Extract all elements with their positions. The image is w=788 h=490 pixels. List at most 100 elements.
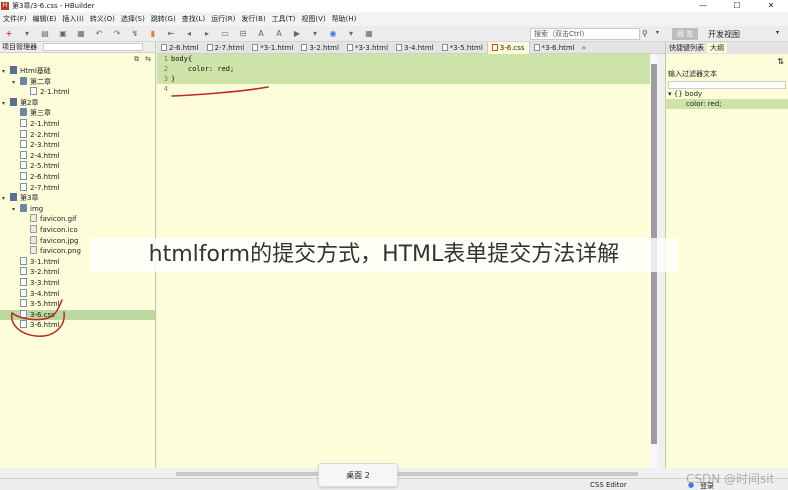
tree-item[interactable]: 2-3.html <box>0 140 155 150</box>
outline-tabs: 快捷键列表 大纲 <box>666 42 788 54</box>
outline-filter-input[interactable] <box>668 81 786 89</box>
tab-file[interactable]: *3-1.html <box>248 42 297 54</box>
dropdown-icon[interactable]: ▾ <box>22 29 32 39</box>
menu-tools[interactable]: 工具(T) <box>269 14 299 24</box>
tab-shortcuts[interactable]: 快捷键列表 <box>666 43 707 53</box>
code-line[interactable]: 3} <box>157 74 650 84</box>
more-tabs-icon[interactable]: » <box>579 44 589 52</box>
search-icon[interactable]: ⚲ <box>642 29 648 38</box>
close-button[interactable]: ✕ <box>754 0 788 12</box>
collapse-icon[interactable]: ⊟ <box>238 29 248 39</box>
browser-icon[interactable]: ◉ <box>328 29 338 39</box>
font-size-icon[interactable]: A <box>274 29 284 39</box>
tab-file[interactable]: 3-6.css <box>486 41 530 54</box>
tree-item[interactable]: 2-4.html <box>0 150 155 161</box>
chevron-down-icon[interactable]: ▾ <box>776 29 779 36</box>
tab-file[interactable]: 3-4.html <box>392 42 438 54</box>
tree-item[interactable]: ▾ Html基础 <box>0 66 155 76</box>
link-editor-icon[interactable]: ⇆ <box>145 55 151 63</box>
back-icon[interactable]: ◂ <box>184 29 194 39</box>
menu-find[interactable]: 查找(L) <box>179 14 208 24</box>
tab-label: *3-3.html <box>354 43 389 52</box>
format-icon[interactable]: ↯ <box>130 29 140 39</box>
scrollbar-thumb[interactable] <box>176 472 638 476</box>
tab-file[interactable]: 2-6.html <box>157 42 203 54</box>
minimize-button[interactable]: — <box>686 0 720 12</box>
tree-item[interactable]: 2-1.html <box>0 119 155 129</box>
redo-icon[interactable]: ↷ <box>112 29 122 39</box>
chevron-down-icon[interactable]: ▾ <box>12 78 20 88</box>
tree-item[interactable]: 2-2.html <box>0 129 155 140</box>
tree-item[interactable]: favicon.gif <box>0 214 155 224</box>
desktop-switcher[interactable]: 桌面 2 <box>318 463 398 487</box>
code-line[interactable]: 1 body{ <box>157 54 650 64</box>
prev-icon[interactable]: ⇤ <box>166 29 176 39</box>
tree-item[interactable]: ▾ 第3章 <box>0 193 155 203</box>
chevron-down-icon[interactable]: ▾ <box>12 205 20 215</box>
dropdown-icon[interactable]: ▾ <box>310 29 320 39</box>
tree-item[interactable]: 第三章 <box>0 108 155 118</box>
chevron-down-icon[interactable]: ▾ <box>2 194 10 204</box>
tree-item[interactable]: 2-1.html <box>0 87 155 97</box>
sort-icon[interactable]: ⇅ <box>777 57 784 66</box>
filter-input[interactable] <box>43 43 143 51</box>
tab-file[interactable]: *3-6.html <box>530 42 579 54</box>
save-icon[interactable]: ▣ <box>58 29 68 39</box>
undo-icon[interactable]: ↶ <box>94 29 104 39</box>
search-input[interactable]: 搜索（双击Ctrl) <box>530 28 640 40</box>
preview-button[interactable]: 阅 览 <box>672 28 698 40</box>
tree-item[interactable]: 2-6.html <box>0 172 155 182</box>
tree-item[interactable]: ▾ img <box>0 203 155 215</box>
dropdown-icon[interactable]: ▾ <box>346 29 356 39</box>
terminal-icon[interactable]: ▦ <box>364 29 374 39</box>
menu-publish[interactable]: 发行(B) <box>238 14 268 24</box>
bookmark-icon[interactable]: ▮ <box>148 29 158 39</box>
menu-help[interactable]: 帮助(H) <box>329 14 360 24</box>
menu-select[interactable]: 选择(S) <box>118 14 148 24</box>
outline-item-body[interactable]: ▾ {} body <box>666 89 788 99</box>
chevron-down-icon[interactable]: ▾ <box>656 29 659 36</box>
tab-file[interactable]: *3-5.html <box>438 42 487 54</box>
collapse-all-icon[interactable]: ⧉ <box>134 55 139 64</box>
menu-insert[interactable]: 插入(I) <box>59 14 87 24</box>
run-icon[interactable]: ▶ <box>292 29 302 39</box>
file-icon <box>252 43 259 51</box>
tree-item[interactable]: 3-5.html <box>0 299 155 309</box>
open-icon[interactable]: ▤ <box>40 29 50 39</box>
menu-file[interactable]: 文件(F) <box>0 14 30 24</box>
tab-file[interactable]: 2-7.html <box>203 42 249 54</box>
forward-icon[interactable]: ▸ <box>202 29 212 39</box>
file-icon <box>20 288 27 297</box>
tree-item[interactable]: 2-5.html <box>0 161 155 171</box>
chevron-down-icon[interactable]: ▾ <box>2 67 10 77</box>
view-mode-select[interactable]: 开发视图 <box>708 29 740 40</box>
tab-outline[interactable]: 大纲 <box>707 43 727 53</box>
tree-item[interactable]: favicon.ico <box>0 225 155 235</box>
tree-item[interactable]: ▾ 第二章 <box>0 76 155 88</box>
tree-item[interactable]: 3-6.css <box>0 309 155 320</box>
outline-item-color[interactable]: color: red; <box>666 99 788 109</box>
horizontal-scrollbar[interactable] <box>170 470 648 478</box>
code-line[interactable]: 2 color: red; <box>157 64 650 74</box>
menu-run[interactable]: 运行(R) <box>208 14 238 24</box>
chevron-down-icon[interactable]: ▾ <box>2 99 10 109</box>
layout-icon[interactable]: ▭ <box>220 29 230 39</box>
tree-item[interactable]: 3-6.html <box>0 320 155 330</box>
tab-file[interactable]: *3-3.html <box>343 42 392 54</box>
menu-escape[interactable]: 转义(O) <box>87 14 118 24</box>
tree-item[interactable]: 2-7.html <box>0 182 155 193</box>
code-line[interactable]: 4 <box>157 84 650 94</box>
tab-file[interactable]: 3-2.html <box>297 42 343 54</box>
maximize-button[interactable]: ☐ <box>720 0 754 12</box>
tree-item[interactable]: ▾ 第2章 <box>0 97 155 109</box>
menu-view[interactable]: 视图(V) <box>298 14 328 24</box>
tree-item[interactable]: 3-4.html <box>0 288 155 299</box>
save-all-icon[interactable]: ▦ <box>76 29 86 39</box>
tree-item[interactable]: 3-3.html <box>0 278 155 288</box>
font-icon[interactable]: A <box>256 29 266 39</box>
tab-label: 3-6.css <box>499 43 525 52</box>
menu-edit[interactable]: 编辑(E) <box>30 14 60 24</box>
line-number: 3 <box>163 75 168 83</box>
new-icon[interactable]: + <box>4 29 14 39</box>
menu-goto[interactable]: 跳转(G) <box>148 14 179 24</box>
